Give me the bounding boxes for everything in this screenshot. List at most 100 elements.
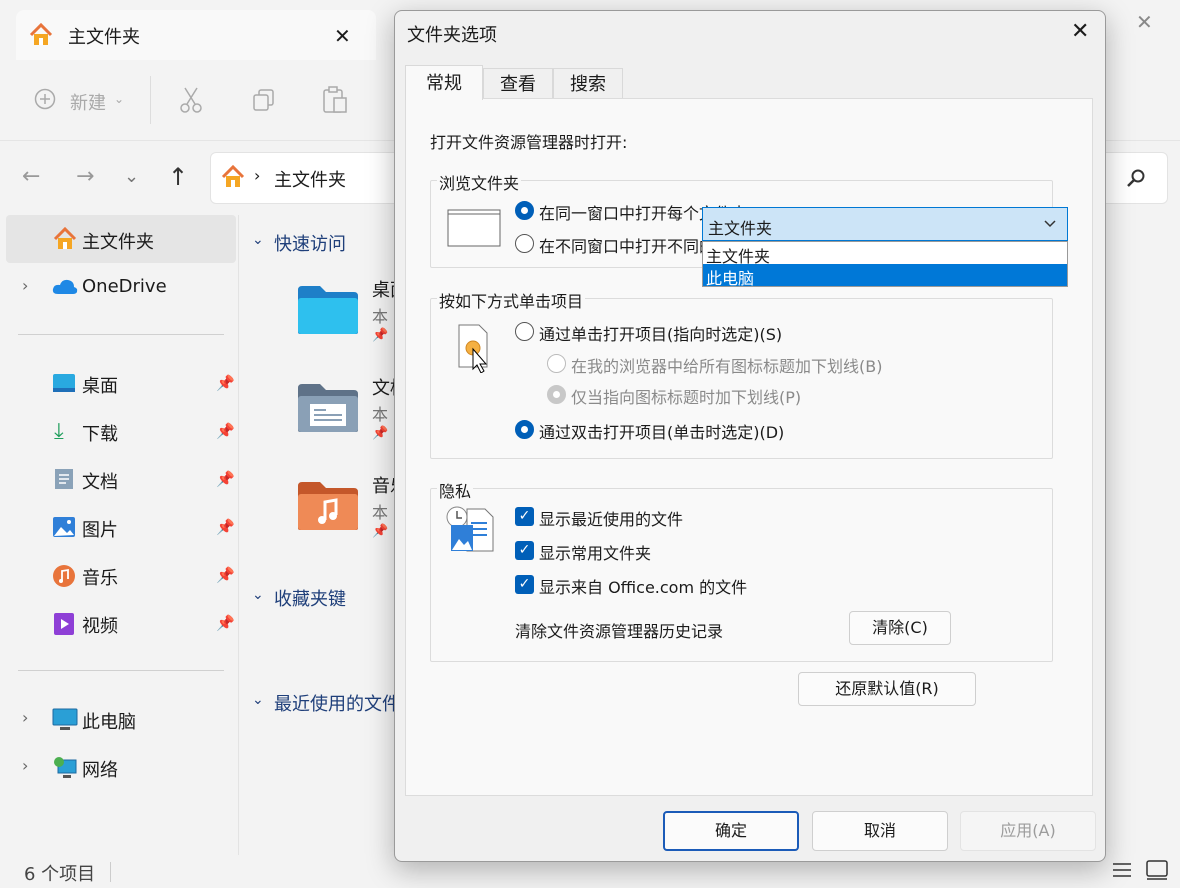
group-legend: 隐私: [437, 478, 474, 502]
document-icon: [54, 468, 74, 490]
chevron-down-icon: [1043, 218, 1057, 228]
radio-label: 通过双击打开项目(单击时选定)(D): [539, 423, 785, 442]
window-icon: [447, 209, 501, 247]
checkbox-label: 显示常用文件夹: [539, 544, 652, 563]
pin-icon: 📌: [216, 422, 235, 440]
sidebar-item-downloads[interactable]: 下载: [82, 420, 118, 446]
section-favorites[interactable]: 收藏夹键: [274, 585, 346, 611]
radio-double-click[interactable]: [515, 420, 534, 439]
dropdown-option-this-pc[interactable]: 此电脑: [706, 265, 754, 289]
clear-button[interactable]: 清除(C): [849, 611, 951, 645]
documents-folder-icon: [296, 382, 360, 434]
single-click-icon: [457, 323, 493, 373]
combo-value: 主文件夹: [708, 219, 773, 238]
checkbox-frequent-folders[interactable]: ✓: [515, 541, 534, 560]
privacy-group: 隐私 ✓ 显示最近使用的文件 ✓ 显示常用文件夹 ✓ 显示来自 Office.c…: [430, 478, 1053, 662]
tab-close-icon[interactable]: ✕: [334, 24, 351, 48]
sidebar-item-music[interactable]: 音乐: [82, 564, 118, 590]
radio-single-click[interactable]: [515, 322, 534, 341]
open-location-combo[interactable]: 主文件夹: [702, 207, 1068, 241]
open-location-dropdown: 主文件夹 此电脑: [702, 241, 1068, 289]
ok-button[interactable]: 确定: [663, 811, 799, 851]
pin-icon: 📌: [216, 614, 235, 632]
window-close-icon[interactable]: ✕: [1136, 10, 1153, 34]
pin-icon: 📌: [216, 374, 235, 392]
cut-icon[interactable]: [178, 86, 204, 114]
new-button[interactable]: 新建: [70, 89, 106, 115]
restore-defaults-button[interactable]: 还原默认值(R): [798, 672, 976, 706]
desktop-folder-icon: [296, 284, 360, 336]
breadcrumb[interactable]: 主文件夹: [274, 166, 346, 192]
collapse-chevron-icon[interactable]: ⌄: [252, 587, 264, 603]
music-folder-icon: [296, 480, 360, 532]
recent-locations-chevron-icon[interactable]: ⌄: [124, 166, 139, 187]
apply-button[interactable]: 应用(A): [960, 811, 1096, 851]
item-location: 本: [372, 307, 389, 326]
collapse-chevron-icon[interactable]: ⌄: [252, 232, 264, 248]
expand-chevron-icon[interactable]: ›: [22, 276, 28, 295]
sidebar-divider: [18, 334, 224, 335]
checkbox-recent-files[interactable]: ✓: [515, 507, 534, 526]
section-quick-access[interactable]: 快速访问: [274, 230, 346, 256]
radio-new-window[interactable]: [515, 234, 534, 253]
folder-options-dialog: 文件夹选项 ✕ 常规 查看 搜索 打开文件资源管理器时打开: 浏览文件夹 在同一…: [394, 10, 1106, 862]
onedrive-icon: [52, 278, 78, 296]
tab-view[interactable]: 查看: [483, 68, 553, 100]
pane-divider: [238, 215, 239, 855]
general-tab-panel: 打开文件资源管理器时打开: 浏览文件夹 在同一窗口中打开每个文件夹(M) 在不同…: [405, 98, 1093, 796]
video-icon: [52, 612, 76, 636]
copy-icon[interactable]: [252, 88, 276, 112]
pin-icon: 📌: [216, 518, 235, 536]
sidebar-item-desktop[interactable]: 桌面: [82, 372, 118, 398]
expand-chevron-icon[interactable]: ›: [22, 756, 28, 775]
sidebar-item-label: 主文件夹: [82, 232, 154, 253]
paste-icon[interactable]: [322, 86, 348, 114]
desktop-icon: [52, 372, 76, 394]
sidebar-item-onedrive[interactable]: OneDrive: [82, 276, 167, 297]
cancel-button[interactable]: 取消: [812, 811, 948, 851]
computer-icon: [52, 708, 78, 732]
pin-icon: 📌: [216, 566, 235, 584]
sidebar-divider: [18, 670, 224, 671]
status-divider: [110, 862, 111, 882]
radio-label: 通过单击打开项目(指向时选定)(S): [539, 325, 783, 344]
expand-chevron-icon[interactable]: ›: [22, 708, 28, 727]
sidebar-item-this-pc[interactable]: 此电脑: [82, 708, 136, 734]
sidebar-item-network[interactable]: 网络: [82, 756, 118, 782]
radio-underline-point[interactable]: [547, 385, 566, 404]
network-icon: [52, 754, 78, 780]
checkbox-label: 显示最近使用的文件: [539, 510, 684, 529]
tab-general[interactable]: 常规: [405, 65, 483, 100]
up-arrow-icon[interactable]: ↑: [168, 163, 188, 191]
tiles-view-icon[interactable]: [1146, 860, 1168, 880]
radio-underline-all[interactable]: [547, 354, 566, 373]
sidebar-item-videos[interactable]: 视频: [82, 612, 118, 638]
dropdown-option-highlight: [703, 264, 1067, 286]
pin-icon: 📌: [372, 328, 389, 343]
dialog-close-icon[interactable]: ✕: [1071, 19, 1089, 44]
collapse-chevron-icon[interactable]: ⌄: [252, 692, 264, 708]
pin-icon: 📌: [372, 426, 389, 441]
home-icon: [28, 22, 54, 48]
group-legend: 浏览文件夹: [437, 170, 522, 194]
toolbar-divider: [150, 76, 151, 124]
back-arrow-icon[interactable]: ←: [22, 164, 40, 189]
home-icon: [52, 226, 78, 252]
sidebar-item-pictures[interactable]: 图片: [82, 516, 118, 542]
status-item-count: 6 个项目: [24, 864, 96, 885]
tab-search[interactable]: 搜索: [553, 68, 623, 100]
chevron-down-icon: ⌄: [114, 92, 125, 106]
details-view-icon[interactable]: [1112, 860, 1132, 880]
dialog-title: 文件夹选项: [407, 25, 497, 46]
sidebar-item-documents[interactable]: 文档: [82, 468, 118, 494]
section-recent[interactable]: 最近使用的文件: [274, 690, 400, 716]
forward-arrow-icon[interactable]: →: [76, 164, 94, 189]
breadcrumb-chevron-icon: ›: [254, 166, 261, 185]
checkbox-office-files[interactable]: ✓: [515, 575, 534, 594]
click-items-group: 按如下方式单击项目 通过单击打开项目(指向时选定)(S) 在我的浏览器中给所有图…: [430, 288, 1053, 459]
radio-same-window[interactable]: [515, 201, 534, 220]
pictures-icon: [52, 516, 76, 538]
pin-icon: 📌: [216, 470, 235, 488]
download-icon: ⤓: [54, 419, 64, 444]
privacy-icon: [445, 505, 501, 557]
